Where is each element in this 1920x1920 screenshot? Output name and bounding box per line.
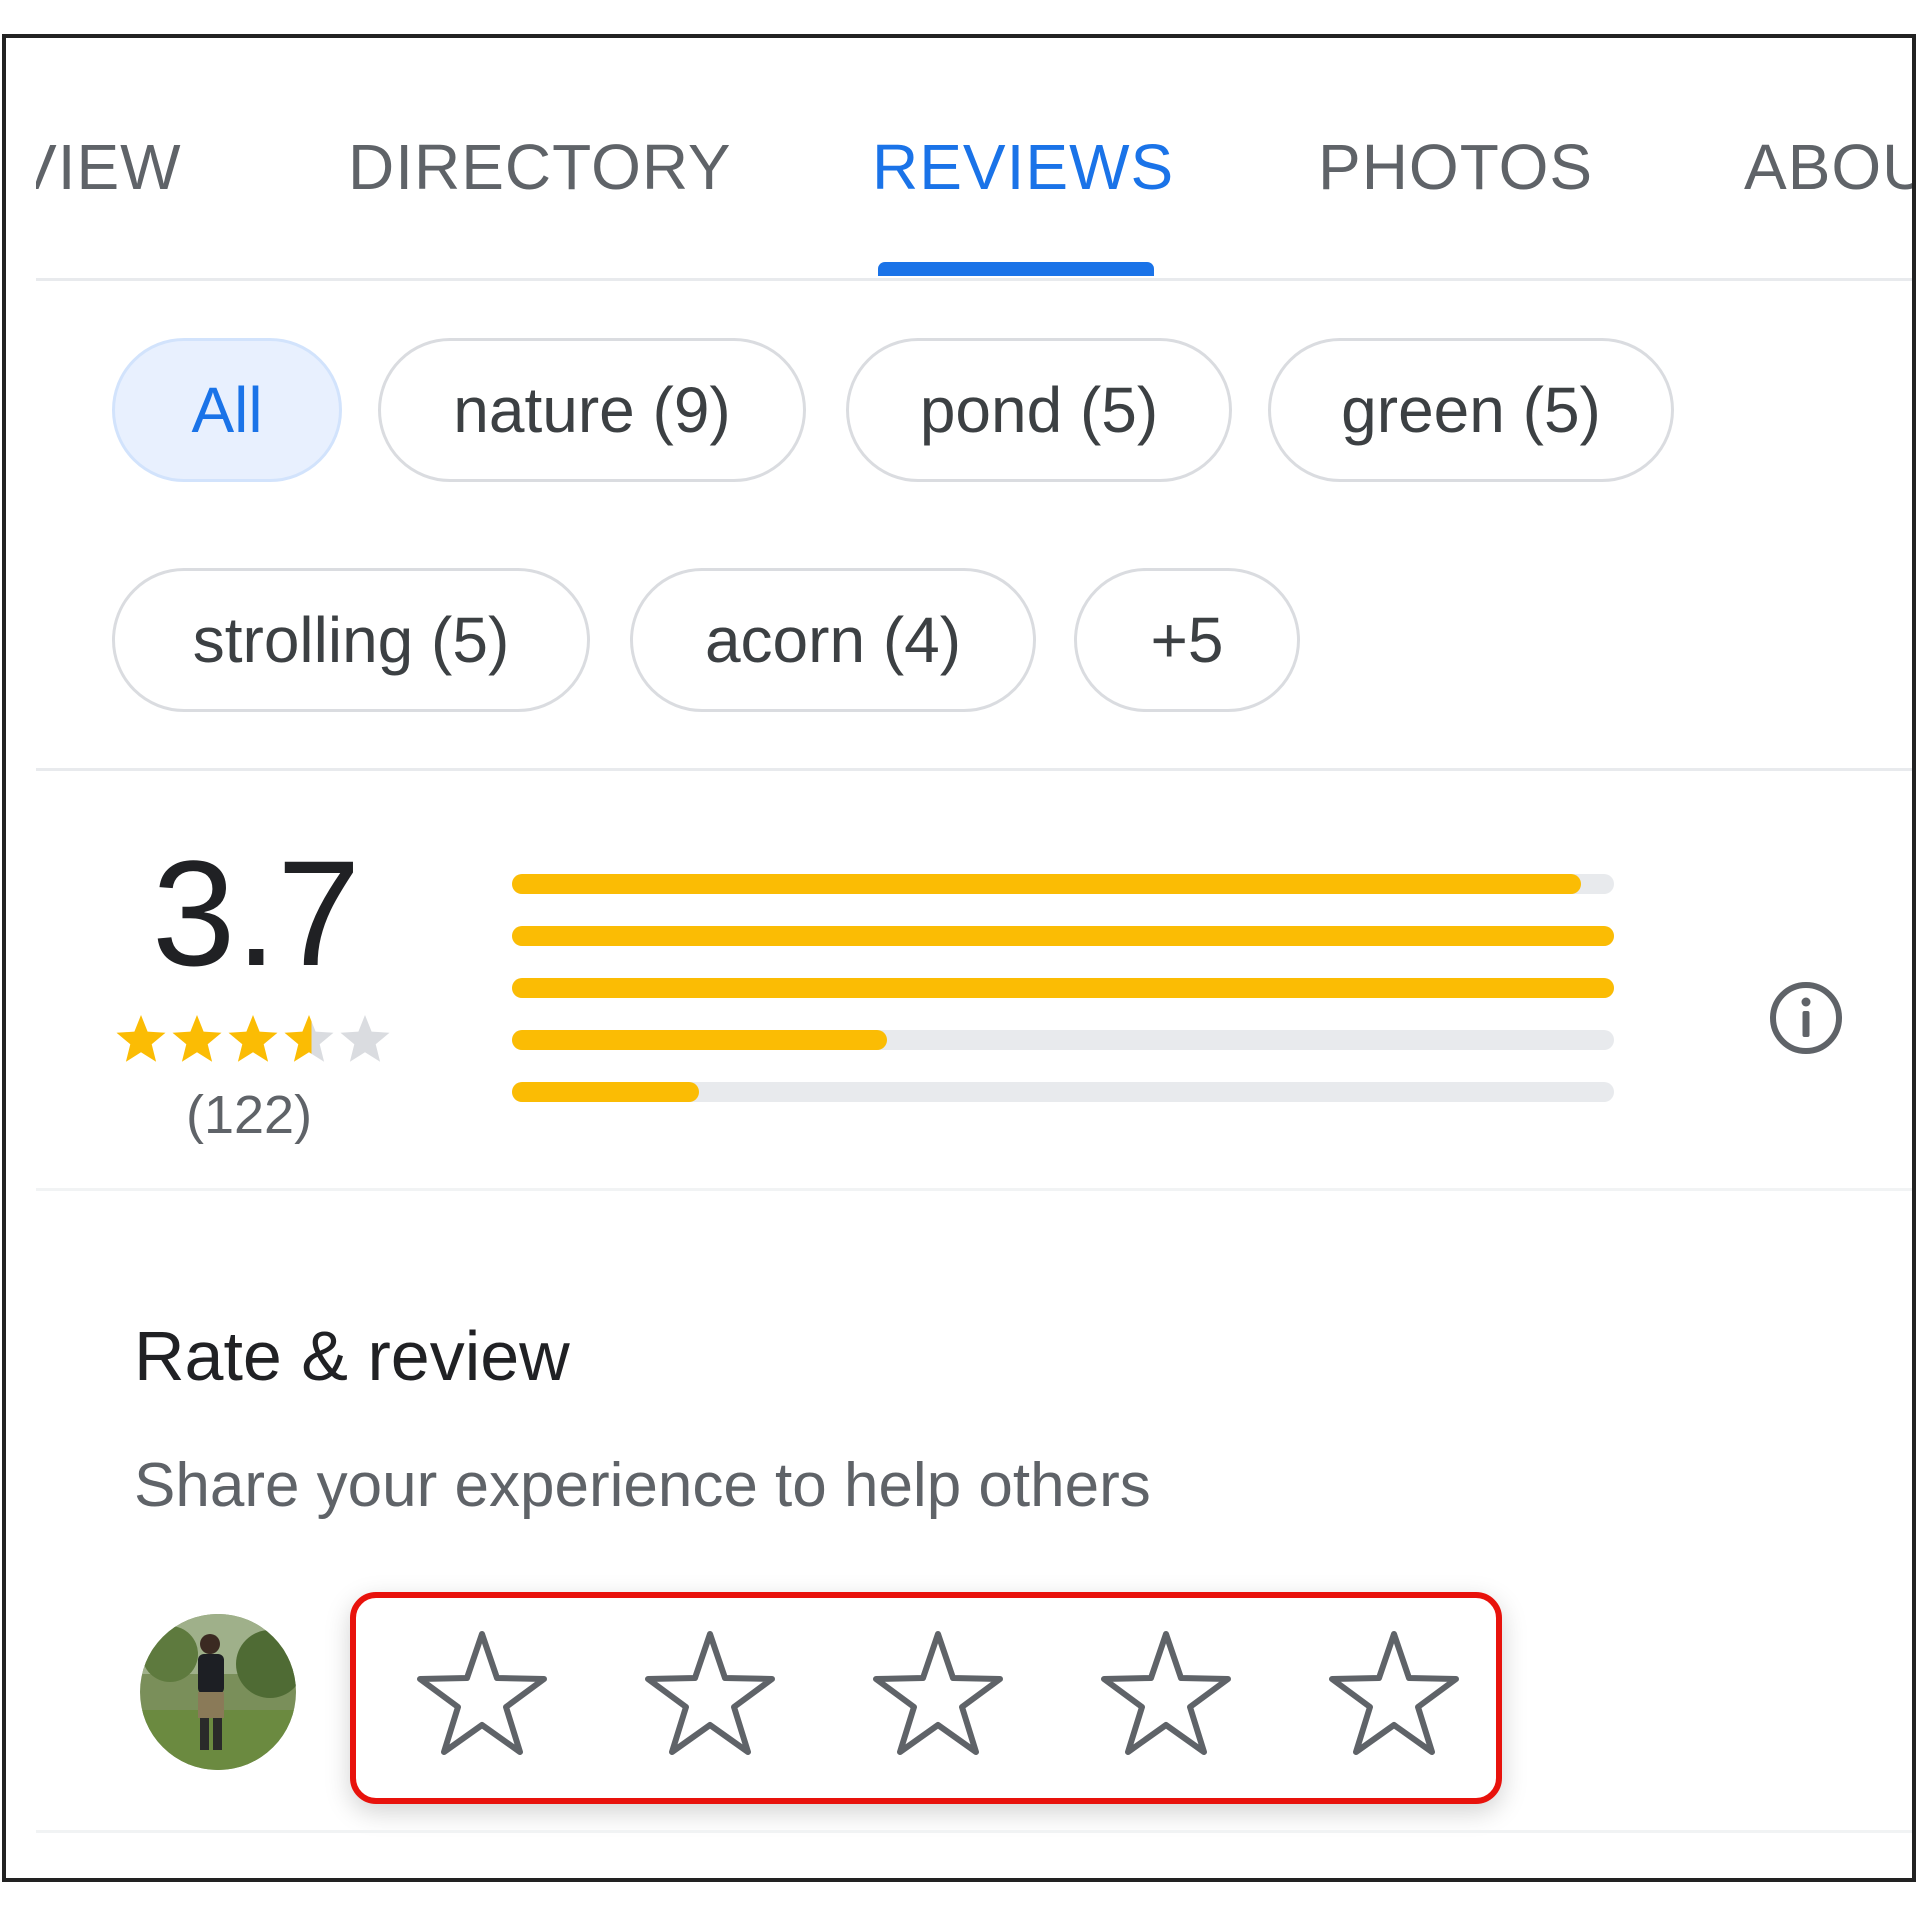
average-rating-stars <box>116 1015 390 1062</box>
star-filled-icon <box>228 1015 278 1062</box>
bottom-divider <box>36 1830 1912 1833</box>
filter-chip-nature[interactable]: nature (9) <box>378 338 806 482</box>
rating-bar-5-stars <box>512 874 1614 894</box>
summary-divider <box>36 1188 1912 1191</box>
rate-2-stars-icon[interactable] <box>642 1628 778 1760</box>
tab-about[interactable]: ABOU <box>1744 130 1912 204</box>
filter-chip-all[interactable]: All <box>112 338 342 482</box>
tab-photos[interactable]: PHOTOS <box>1318 130 1593 204</box>
rating-bar-fill <box>512 926 1614 946</box>
star-filled-icon <box>116 1015 166 1062</box>
rate-4-stars-icon[interactable] <box>1098 1628 1234 1760</box>
rating-bar-1-star <box>512 1082 1614 1102</box>
rate-review-title: Rate & review <box>134 1317 570 1395</box>
star-filled-icon <box>172 1015 222 1062</box>
active-tab-indicator <box>878 262 1154 276</box>
rating-bar-2-stars <box>512 1030 1614 1050</box>
filter-chip-more[interactable]: +5 <box>1074 568 1300 712</box>
star-partial-icon <box>284 1015 334 1062</box>
rate-1-star-icon[interactable] <box>414 1628 550 1760</box>
average-rating: 3.7 <box>152 829 361 997</box>
review-count: (122) <box>186 1085 313 1145</box>
rating-bar-fill <box>512 978 1614 998</box>
filter-chip-acorn[interactable]: acorn (4) <box>630 568 1036 712</box>
rate-3-stars-icon[interactable] <box>870 1628 1006 1760</box>
tab-bar: VIEW DIRECTORY REVIEWS PHOTOS ABOU <box>6 38 1912 282</box>
filter-chip-pond[interactable]: pond (5) <box>846 338 1232 482</box>
filter-chip-green[interactable]: green (5) <box>1268 338 1674 482</box>
user-avatar[interactable] <box>140 1614 296 1770</box>
rate-review-subtitle: Share your experience to help others <box>134 1451 1151 1520</box>
reviews-panel: VIEW DIRECTORY REVIEWS PHOTOS ABOU All n… <box>2 34 1916 1882</box>
filter-chip-strolling[interactable]: strolling (5) <box>112 568 590 712</box>
rating-bar-3-stars <box>512 978 1614 998</box>
tab-divider <box>36 278 1912 281</box>
rating-bar-fill <box>512 1082 700 1102</box>
tab-overview[interactable]: VIEW <box>36 130 182 204</box>
chips-divider <box>36 768 1912 771</box>
rating-bar-4-stars <box>512 926 1614 946</box>
rate-5-stars-icon[interactable] <box>1326 1628 1462 1760</box>
rating-bar-fill <box>512 874 1581 894</box>
tab-reviews[interactable]: REVIEWS <box>872 130 1174 204</box>
info-icon[interactable] <box>1768 980 1844 1056</box>
star-empty-icon <box>340 1015 390 1062</box>
tab-directory[interactable]: DIRECTORY <box>348 130 732 204</box>
rate-stars-box <box>350 1592 1502 1804</box>
avatar-image <box>140 1614 296 1770</box>
rating-bar-fill <box>512 1030 887 1050</box>
